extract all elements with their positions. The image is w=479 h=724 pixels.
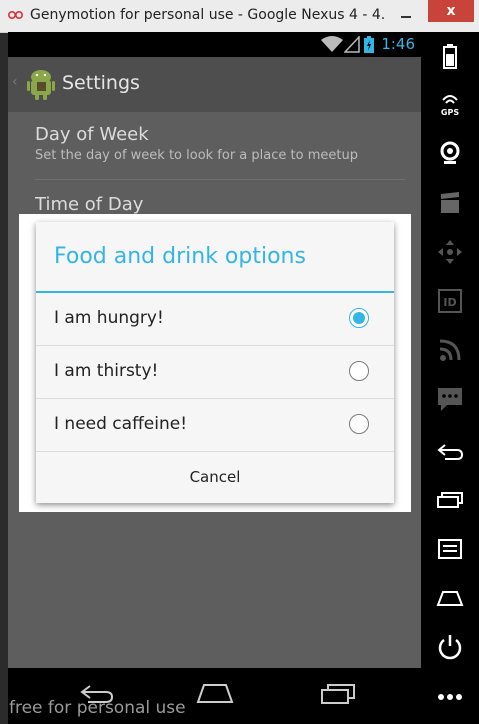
battery-icon[interactable] [435, 41, 465, 71]
recent-apps-icon[interactable] [435, 485, 465, 515]
radio-button[interactable] [349, 414, 369, 434]
home-icon[interactable] [435, 583, 465, 613]
option-label: I am hungry! [54, 308, 164, 328]
id-label: ID [443, 296, 456, 309]
signal-icon [344, 36, 360, 53]
wifi-icon [321, 36, 343, 52]
sms-icon[interactable] [435, 384, 465, 414]
option-thirsty[interactable]: I am thirsty! [36, 346, 394, 398]
action-bar[interactable]: ‹ Settings [8, 57, 421, 112]
broadcast-icon[interactable] [435, 335, 465, 365]
back-icon[interactable] [435, 436, 465, 466]
gps-icon[interactable]: GPS [435, 90, 465, 120]
option-hungry[interactable]: I am hungry! [36, 293, 394, 345]
android-app-icon[interactable] [26, 67, 56, 101]
up-caret-icon[interactable]: ‹ [12, 74, 18, 90]
menu-icon[interactable] [435, 534, 465, 564]
id-icon[interactable]: ID [435, 286, 465, 316]
camera-icon[interactable] [435, 138, 465, 168]
home-nav-icon[interactable] [194, 682, 236, 704]
close-button[interactable]: x [428, 0, 474, 22]
radio-button-selected[interactable] [349, 308, 369, 328]
video-icon[interactable] [435, 188, 465, 218]
minimize-button[interactable] [390, 0, 422, 30]
dialog-title: Food and drink options [54, 244, 306, 269]
watermark: free for personal use [9, 698, 186, 718]
genymotion-logo-icon [8, 10, 24, 20]
option-label: I am thirsty! [54, 361, 159, 381]
battery-status-icon [364, 36, 374, 53]
recent-apps-nav-icon[interactable] [318, 682, 358, 704]
genymotion-side-panel: GPS ID [421, 32, 479, 724]
preference-title: Day of Week [35, 124, 149, 145]
option-label: I need caffeine! [54, 414, 188, 434]
radio-button[interactable] [349, 361, 369, 381]
status-bar: 1:46 [8, 32, 421, 57]
window-title: Genymotion for personal use - Google Nex… [30, 7, 385, 23]
cancel-button[interactable]: Cancel [36, 452, 394, 503]
dpad-icon[interactable] [435, 237, 465, 267]
preference-day-of-week[interactable]: Day of Week Set the day of week to look … [35, 124, 405, 163]
more-icon[interactable] [435, 682, 465, 712]
actionbar-title: Settings [62, 72, 140, 94]
food-drink-dialog: Food and drink options I am hungry! I am… [36, 222, 394, 503]
window-titlebar: Genymotion for personal use - Google Nex… [0, 0, 479, 33]
divider [35, 179, 405, 180]
preference-time-of-day[interactable]: Time of Day [35, 194, 405, 215]
preference-summary: Set the day of week to look for a place … [35, 148, 358, 163]
gps-label: GPS [441, 108, 459, 117]
preference-title: Time of Day [35, 194, 144, 215]
option-caffeine[interactable]: I need caffeine! [36, 399, 394, 451]
power-icon[interactable] [435, 632, 465, 662]
status-clock: 1:46 [381, 35, 415, 53]
